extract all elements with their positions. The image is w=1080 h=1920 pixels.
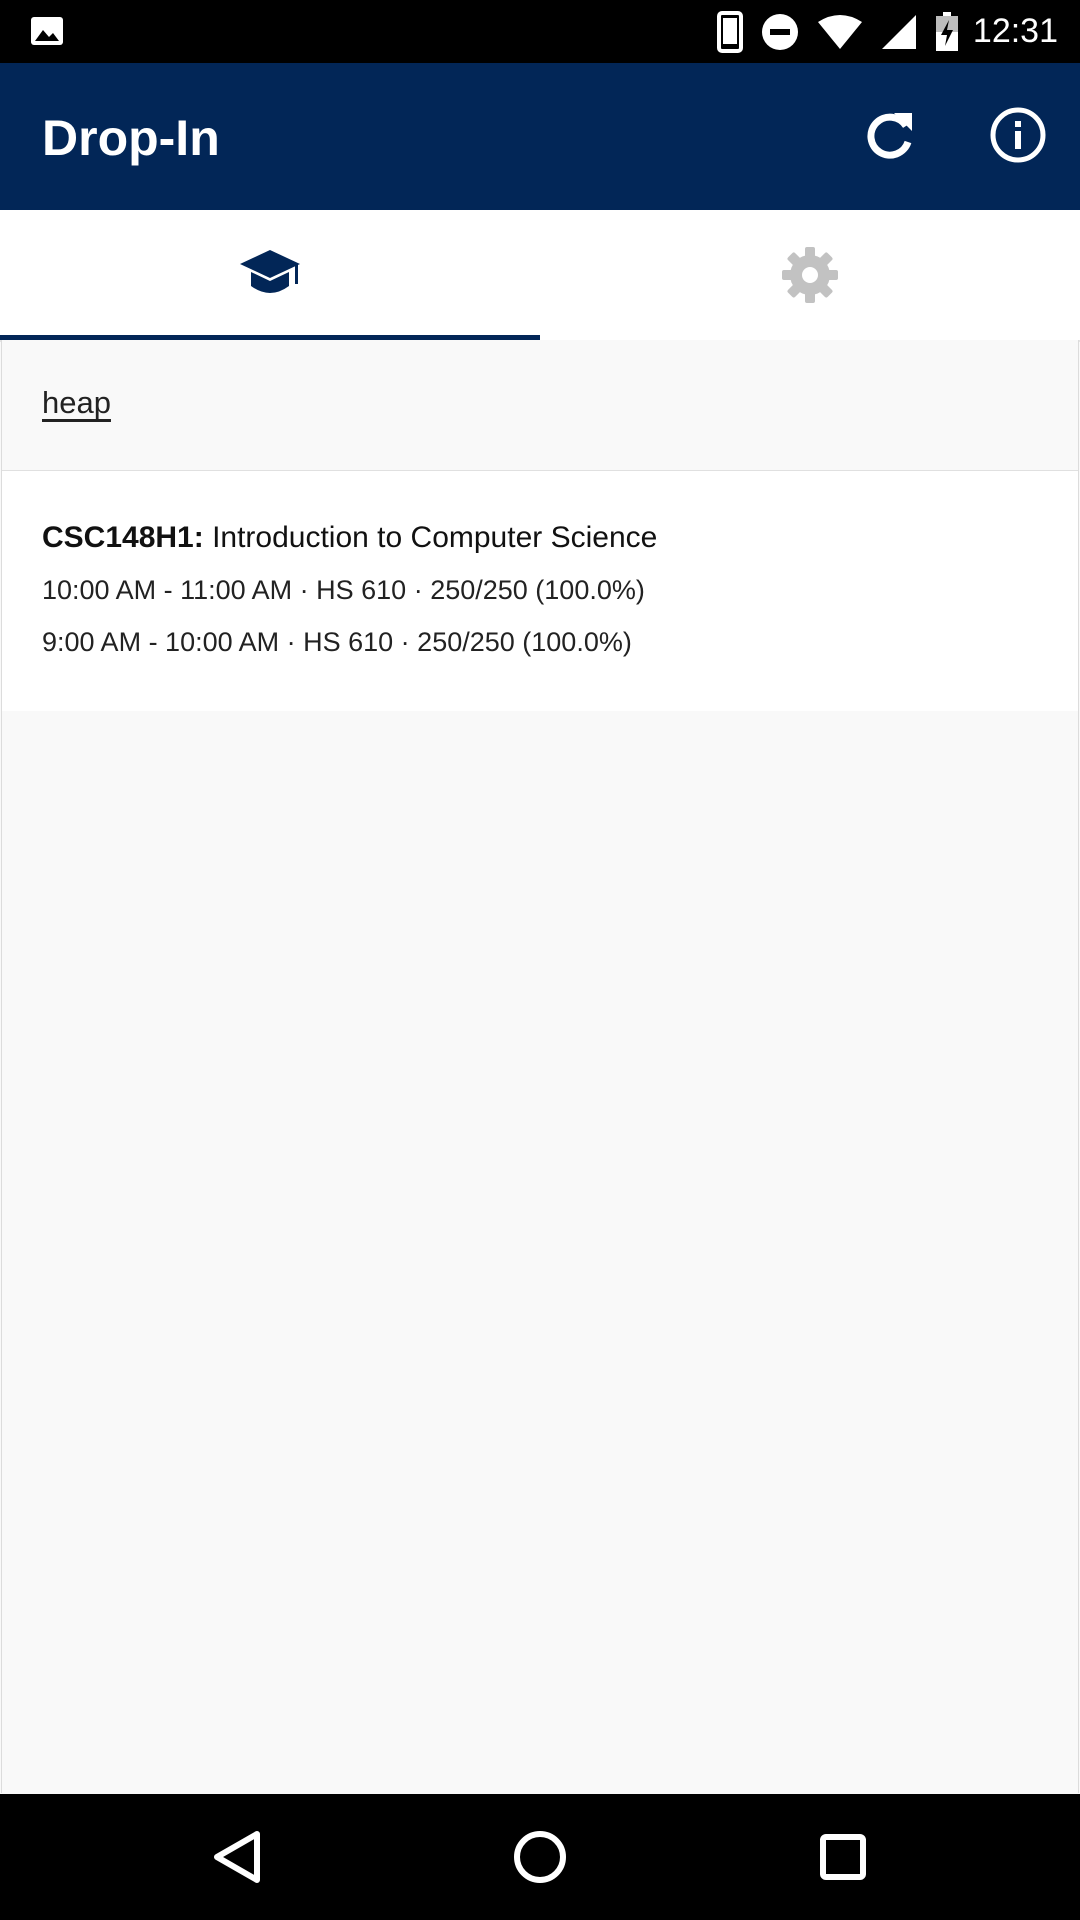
search-input[interactable]: heap [42, 385, 111, 421]
tab-bar [0, 210, 1080, 342]
course-result[interactable]: CSC148H1: Introduction to Computer Scien… [2, 471, 1078, 711]
course-code: CSC148H1: [42, 521, 204, 554]
session-row: 9:00 AM - 10:00 AM · HS 610 · 250/250 (1… [42, 627, 632, 657]
gear-icon [782, 247, 838, 303]
app-bar: Drop-In [0, 63, 1080, 210]
graduation-cap-icon [240, 250, 300, 293]
tab-courses[interactable] [0, 210, 540, 340]
phone-icon [716, 10, 743, 53]
recents-icon [820, 1834, 866, 1880]
info-button[interactable] [988, 105, 1048, 165]
photo-icon [31, 17, 63, 45]
tab-settings[interactable] [540, 210, 1080, 340]
status-bar: 12:31 [0, 0, 1080, 63]
navigation-bar [0, 1794, 1080, 1920]
signal-icon [881, 14, 916, 49]
course-title: CSC148H1: Introduction to Computer Scien… [42, 521, 657, 555]
back-icon [214, 1831, 260, 1883]
app-title: Drop-In [42, 110, 220, 166]
home-button[interactable] [507, 1824, 573, 1890]
info-icon [990, 107, 1046, 163]
battery-charging-icon [935, 11, 958, 51]
course-name: Introduction to Computer Science [203, 521, 658, 554]
do-not-disturb-icon [761, 13, 798, 50]
session-row: 10:00 AM - 11:00 AM · HS 610 · 250/250 (… [42, 575, 645, 605]
back-button[interactable] [204, 1824, 270, 1890]
search-section: heap [2, 340, 1078, 471]
recents-button[interactable] [810, 1824, 876, 1890]
content-area: heap CSC148H1: Introduction to Computer … [1, 340, 1079, 1793]
wifi-icon [817, 14, 862, 49]
refresh-button[interactable] [860, 106, 920, 166]
home-icon [514, 1831, 566, 1883]
status-time: 12:31 [972, 12, 1058, 50]
refresh-icon [867, 113, 912, 159]
